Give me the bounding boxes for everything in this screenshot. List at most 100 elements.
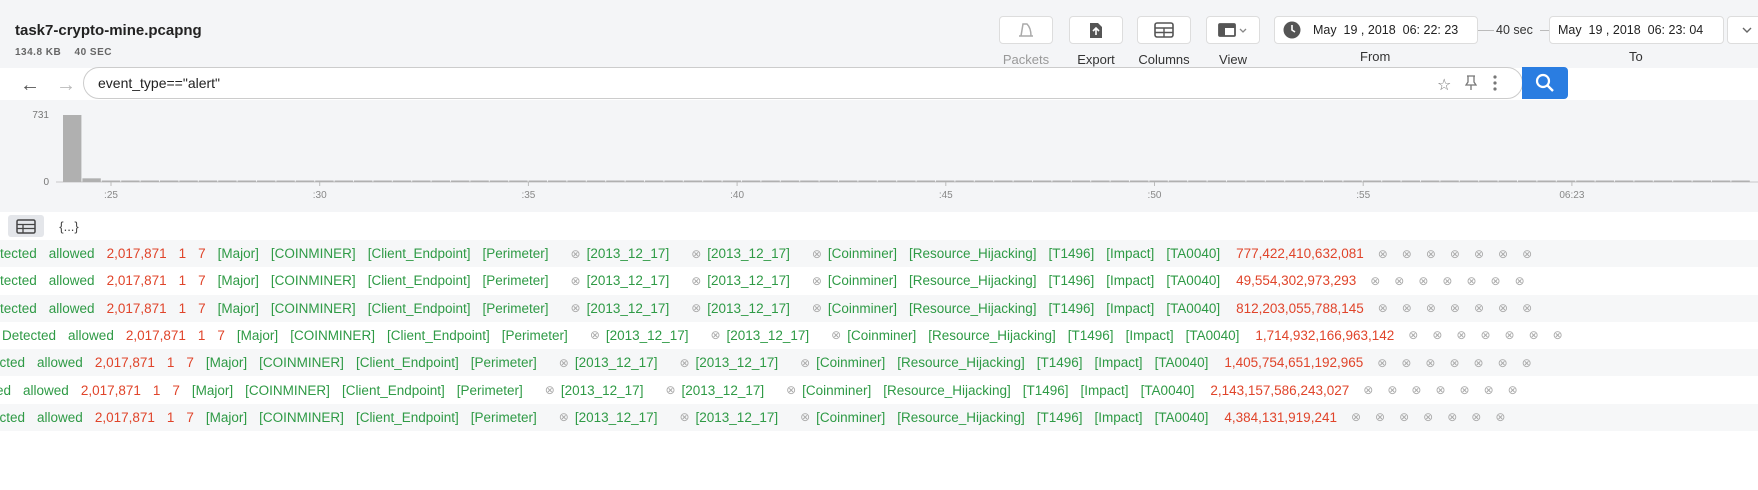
y-min-label: 0 — [43, 177, 49, 188]
cell-tactic_id: [TA0040] — [1166, 246, 1221, 261]
histogram-bar — [237, 180, 256, 182]
cell-target: [Client_Endpoint] — [386, 327, 490, 343]
histogram-bar — [1518, 180, 1537, 182]
empty-value-icon: ⊗ — [1473, 246, 1485, 261]
to-time-input[interactable]: May 19 , 2018 06: 23: 04 — [1549, 16, 1724, 44]
empty-value-icon: ⊗ — [1435, 383, 1446, 397]
export-button[interactable]: Export — [1066, 16, 1126, 67]
cell-target: [Client_Endpoint] — [341, 382, 445, 398]
cell-category: [Resource_Hijacking] — [928, 327, 1056, 343]
cell-updated: [2013_12_17] — [707, 273, 790, 289]
histogram-bar — [373, 180, 392, 182]
empty-value-icon: ⊗ — [1442, 273, 1453, 288]
empty-value-icon: ⊗ — [1377, 246, 1388, 261]
cell-severity: [Major] — [205, 409, 248, 425]
table-row[interactable]: ected allowed 2,017,871 17 [Major] [COINMINER… — [0, 349, 1758, 377]
table-view-tab[interactable] — [8, 215, 44, 237]
histogram-bar — [877, 180, 897, 182]
table-row[interactable]: tected allowed 2,017,871 1 7 [Major] [COINMINE… — [0, 267, 1758, 294]
time-range-dropdown[interactable] — [1727, 16, 1758, 44]
cell-tactic_id: [TA0040] — [1185, 327, 1240, 343]
empty-value-icon: ⊗ — [1473, 355, 1484, 370]
cell-tactic: [Impact] — [1094, 355, 1143, 371]
table-row[interactable]: ed allowed 2,017,871 17 [Major] [COINMINER] [C… — [0, 377, 1758, 404]
cell-tactic_id: [TA0040] — [1166, 273, 1221, 289]
empty-value-icon: ⊗ — [1522, 301, 1533, 316]
empty-value-icon: ⊗ — [831, 328, 842, 343]
cell-target: [Client_Endpoint] — [367, 300, 471, 316]
cell-category: [Resource_Hijacking] — [883, 382, 1011, 398]
cell-tactic_id: [TA0040] — [1166, 300, 1221, 316]
histogram-bar — [1634, 180, 1653, 182]
empty-value-icon: ⊗ — [1490, 273, 1501, 288]
from-time-value: May 19 , 2018 06: 22: 23 — [1313, 23, 1459, 37]
histogram-bar — [63, 115, 82, 182]
cell-status: tected — [0, 300, 37, 316]
view-button[interactable]: View — [1203, 16, 1263, 67]
pin-icon[interactable] — [1464, 75, 1478, 96]
timeline-histogram[interactable]: 731 0 :25:30:35:40:45:50:55 06:23 — [0, 100, 1758, 212]
cell-tactic: [Impact] — [1080, 382, 1129, 398]
histogram-bar — [1285, 180, 1304, 182]
table-row[interactable]: tected allowed 2,017,871 1 7 [Major] [COINMINE… — [0, 240, 1758, 267]
empty-value-icon: ⊗ — [1401, 355, 1412, 370]
star-icon[interactable]: ☆ — [1437, 75, 1451, 95]
histogram-bar — [1188, 180, 1207, 182]
empty-value-icon: ⊗ — [570, 273, 581, 288]
histogram-bar — [955, 180, 974, 182]
json-view-tab[interactable]: {...} — [54, 215, 84, 237]
table-row[interactable]: Detected allowed 2,017,871 1 7 [Major] [COINMI… — [2, 322, 1758, 349]
from-label: From — [1360, 49, 1391, 64]
more-options-icon[interactable] — [1493, 75, 1497, 96]
empty-value-icon: ⊗ — [1370, 273, 1381, 288]
histogram-bar — [257, 180, 276, 182]
cell-tag: [Coinminer] — [827, 246, 897, 261]
cell-gid: 7 — [198, 300, 206, 316]
empty-value-icon: ⊗ — [1471, 410, 1482, 425]
histogram-bar — [1343, 180, 1362, 182]
table-row[interactable]: ected allowed 2,017,871 17 [Major] [COINMINER… — [0, 403, 1758, 431]
cell-rev: 1 — [166, 355, 175, 371]
from-time-input[interactable]: May 19 , 2018 06: 22: 23 — [1274, 16, 1478, 44]
empty-value-icon: ⊗ — [1480, 328, 1491, 343]
cell-family: [COINMINER] — [245, 382, 330, 398]
histogram-bars — [63, 115, 1750, 182]
histogram-bar — [819, 180, 838, 182]
cell-severity: [Major] — [236, 327, 279, 343]
histogram-bar — [586, 180, 606, 182]
back-arrow-icon[interactable]: ← — [20, 74, 40, 97]
cell-created: [2013_12_17] — [605, 327, 689, 343]
histogram-bar — [1440, 180, 1459, 182]
file-name: task7-crypto-mine.pcapng — [15, 22, 202, 39]
empty-value-icon: ⊗ — [691, 301, 702, 316]
histogram-bar — [431, 180, 450, 182]
empty-value-icon: ⊗ — [1498, 301, 1509, 316]
histogram-bar — [858, 180, 877, 182]
cell-gid: 7 — [186, 355, 194, 371]
filter-input[interactable] — [98, 75, 1398, 91]
histogram-bar — [1246, 180, 1265, 182]
empty-value-icon: ⊗ — [1425, 355, 1436, 370]
empty-value-icon: ⊗ — [1377, 355, 1388, 370]
search-button[interactable] — [1522, 67, 1568, 99]
empty-value-icon: ⊗ — [1497, 355, 1508, 370]
cell-status: tected — [0, 246, 37, 261]
cell-status: tected — [0, 273, 37, 289]
packets-button[interactable]: Packets — [996, 16, 1056, 67]
cell-family: [COINMINER] — [270, 273, 356, 289]
forward-arrow-icon[interactable]: → — [56, 74, 76, 97]
cell-tactic: [Impact] — [1106, 300, 1155, 316]
cell-action: allowed — [48, 246, 95, 261]
cell-status: ed — [0, 382, 12, 398]
table-row[interactable]: tected allowed 2,017,871 1 7 [Major] [COINMINE… — [0, 294, 1758, 322]
cell-rev: 1 — [178, 300, 187, 316]
empty-value-icon: ⊗ — [691, 273, 702, 288]
cell-technique: [T1496] — [1067, 327, 1114, 343]
cell-category: [Resource_Hijacking] — [897, 409, 1025, 425]
columns-button[interactable]: Columns — [1134, 16, 1194, 67]
cell-technique: [T1496] — [1048, 246, 1095, 261]
histogram-bar — [295, 180, 315, 182]
histogram-bar — [780, 180, 800, 182]
histogram-bar — [1595, 180, 1614, 182]
cell-gid: 7 — [186, 409, 194, 425]
